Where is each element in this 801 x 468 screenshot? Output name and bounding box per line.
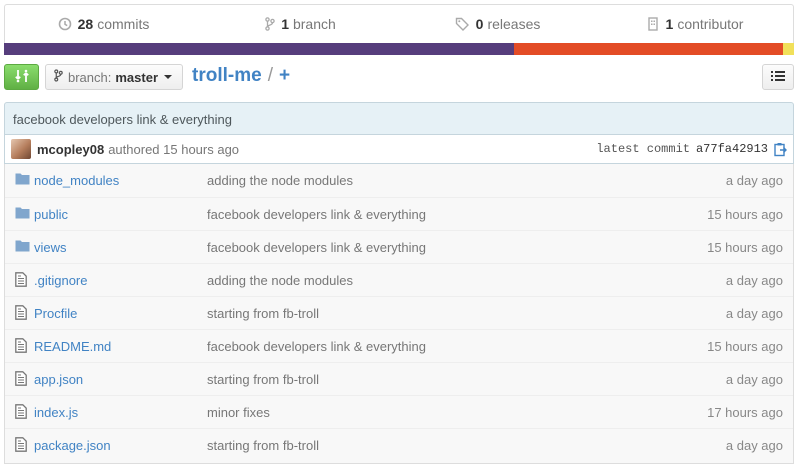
language-segment[interactable] xyxy=(4,43,514,55)
file-age: a day ago xyxy=(725,305,783,321)
folder-icon xyxy=(15,172,30,185)
file-name-link[interactable]: node_modules xyxy=(34,173,119,188)
commit-sha[interactable]: a77fa42913 xyxy=(696,142,768,156)
file-commit-message[interactable]: minor fixes xyxy=(207,405,270,420)
file-age: a day ago xyxy=(725,173,783,188)
contributors-label: contributor xyxy=(677,16,744,32)
file-age: a day ago xyxy=(725,371,783,387)
file-icon xyxy=(15,305,27,320)
file-age: 17 hours ago xyxy=(707,404,783,420)
file-row: views facebook developers link & everythi… xyxy=(5,230,793,263)
breadcrumb: troll-me / + xyxy=(192,65,290,87)
branches-label: branch xyxy=(292,16,336,32)
repo-name-link[interactable]: troll-me xyxy=(192,65,262,87)
branch-selector[interactable]: branch: master xyxy=(45,64,184,90)
file-icon xyxy=(15,272,27,287)
file-commit-message[interactable]: facebook developers link & everything xyxy=(207,207,426,222)
list-icon xyxy=(771,70,785,85)
file-list: node_modules adding the node modules a day… xyxy=(4,164,794,464)
chevron-down-icon xyxy=(164,75,173,79)
commit-title[interactable]: facebook developers link & everything xyxy=(4,102,794,135)
file-icon xyxy=(15,437,27,452)
file-row: Procfile starting from fb-troll a day ago xyxy=(5,296,793,329)
commits-stat[interactable]: 28 commits xyxy=(5,16,202,32)
latest-commit: latest commit a77fa42913 xyxy=(596,142,787,157)
file-row: index.js minor fixes 17 hours ago xyxy=(5,395,793,428)
file-name-link[interactable]: views xyxy=(34,240,67,255)
file-row: public facebook developers link & everyth… xyxy=(5,197,793,230)
history-icon xyxy=(58,17,72,31)
breadcrumb-separator: / xyxy=(267,65,273,86)
file-age: 15 hours ago xyxy=(707,239,783,255)
file-row: package.json starting from fb-troll a day … xyxy=(5,428,793,461)
new-file-button[interactable]: + xyxy=(279,65,290,87)
latest-commit-label: latest commit xyxy=(596,142,690,156)
releases-stat[interactable]: 0 releases xyxy=(399,16,596,32)
contributors-stat[interactable]: 1 contributor xyxy=(596,16,793,32)
commit-time: authored 15 hours ago xyxy=(108,141,240,157)
branch-icon xyxy=(54,69,63,85)
file-commit-message[interactable]: facebook developers link & everything xyxy=(207,240,426,255)
folder-icon xyxy=(15,206,30,219)
branch-value: master xyxy=(115,69,159,85)
contributors-count: 1 xyxy=(665,16,674,32)
file-age: a day ago xyxy=(725,437,783,453)
file-row: .gitignore adding the node modules a day a… xyxy=(5,263,793,296)
file-age: a day ago xyxy=(725,272,783,288)
commit-message[interactable]: facebook developers link & everything xyxy=(13,112,232,127)
file-age: 15 hours ago xyxy=(707,206,783,222)
tag-icon xyxy=(455,17,470,31)
commit-meta: mcopley08 authored 15 hours ago latest c… xyxy=(4,135,794,164)
releases-count: 0 xyxy=(475,16,484,32)
commits-label: commits xyxy=(97,16,150,32)
file-commit-message[interactable]: starting from fb-troll xyxy=(207,372,319,387)
list-view-button[interactable] xyxy=(762,64,794,90)
file-name-link[interactable]: app.json xyxy=(34,372,83,387)
file-commit-message[interactable]: facebook developers link & everything xyxy=(207,339,426,354)
branches-count: 1 xyxy=(281,16,289,32)
file-icon xyxy=(15,371,27,386)
compare-icon xyxy=(14,68,30,87)
file-row: node_modules adding the node modules a day… xyxy=(5,164,793,197)
repo-summary: 28 commits 1 branch 0 releases 1 contrib… xyxy=(4,4,794,43)
clipboard-icon[interactable] xyxy=(774,142,787,157)
branch-icon xyxy=(265,17,275,31)
file-age: 15 hours ago xyxy=(707,338,783,354)
file-row: app.json starting from fb-troll a day ago xyxy=(5,362,793,395)
file-name-link[interactable]: index.js xyxy=(34,405,78,420)
language-segment[interactable] xyxy=(513,43,783,55)
file-icon xyxy=(15,338,27,353)
branch-label: branch: xyxy=(68,69,112,85)
branches-stat[interactable]: 1 branch xyxy=(202,16,399,32)
compare-button[interactable] xyxy=(4,64,39,90)
language-segment[interactable] xyxy=(782,43,794,55)
file-name-link[interactable]: public xyxy=(34,207,68,222)
language-bar[interactable] xyxy=(4,43,794,55)
file-commit-message[interactable]: starting from fb-troll xyxy=(207,438,319,453)
commit-author[interactable]: mcopley08 xyxy=(37,142,104,157)
releases-label: releases xyxy=(487,16,541,32)
file-commit-message[interactable]: adding the node modules xyxy=(207,173,353,188)
file-row: README.md facebook developers link & ever… xyxy=(5,329,793,362)
file-name-link[interactable]: Procfile xyxy=(34,306,77,321)
file-name-link[interactable]: package.json xyxy=(34,438,111,453)
commits-count: 28 xyxy=(77,16,94,32)
folder-icon xyxy=(15,239,30,252)
file-icon xyxy=(15,404,27,419)
file-commit-message[interactable]: starting from fb-troll xyxy=(207,306,319,321)
file-commit-message[interactable]: adding the node modules xyxy=(207,273,353,288)
organization-icon xyxy=(646,17,660,31)
file-name-link[interactable]: README.md xyxy=(34,339,111,354)
avatar[interactable] xyxy=(11,139,31,159)
file-navigation: branch: master troll-me / + xyxy=(4,64,794,92)
file-name-link[interactable]: .gitignore xyxy=(34,273,87,288)
